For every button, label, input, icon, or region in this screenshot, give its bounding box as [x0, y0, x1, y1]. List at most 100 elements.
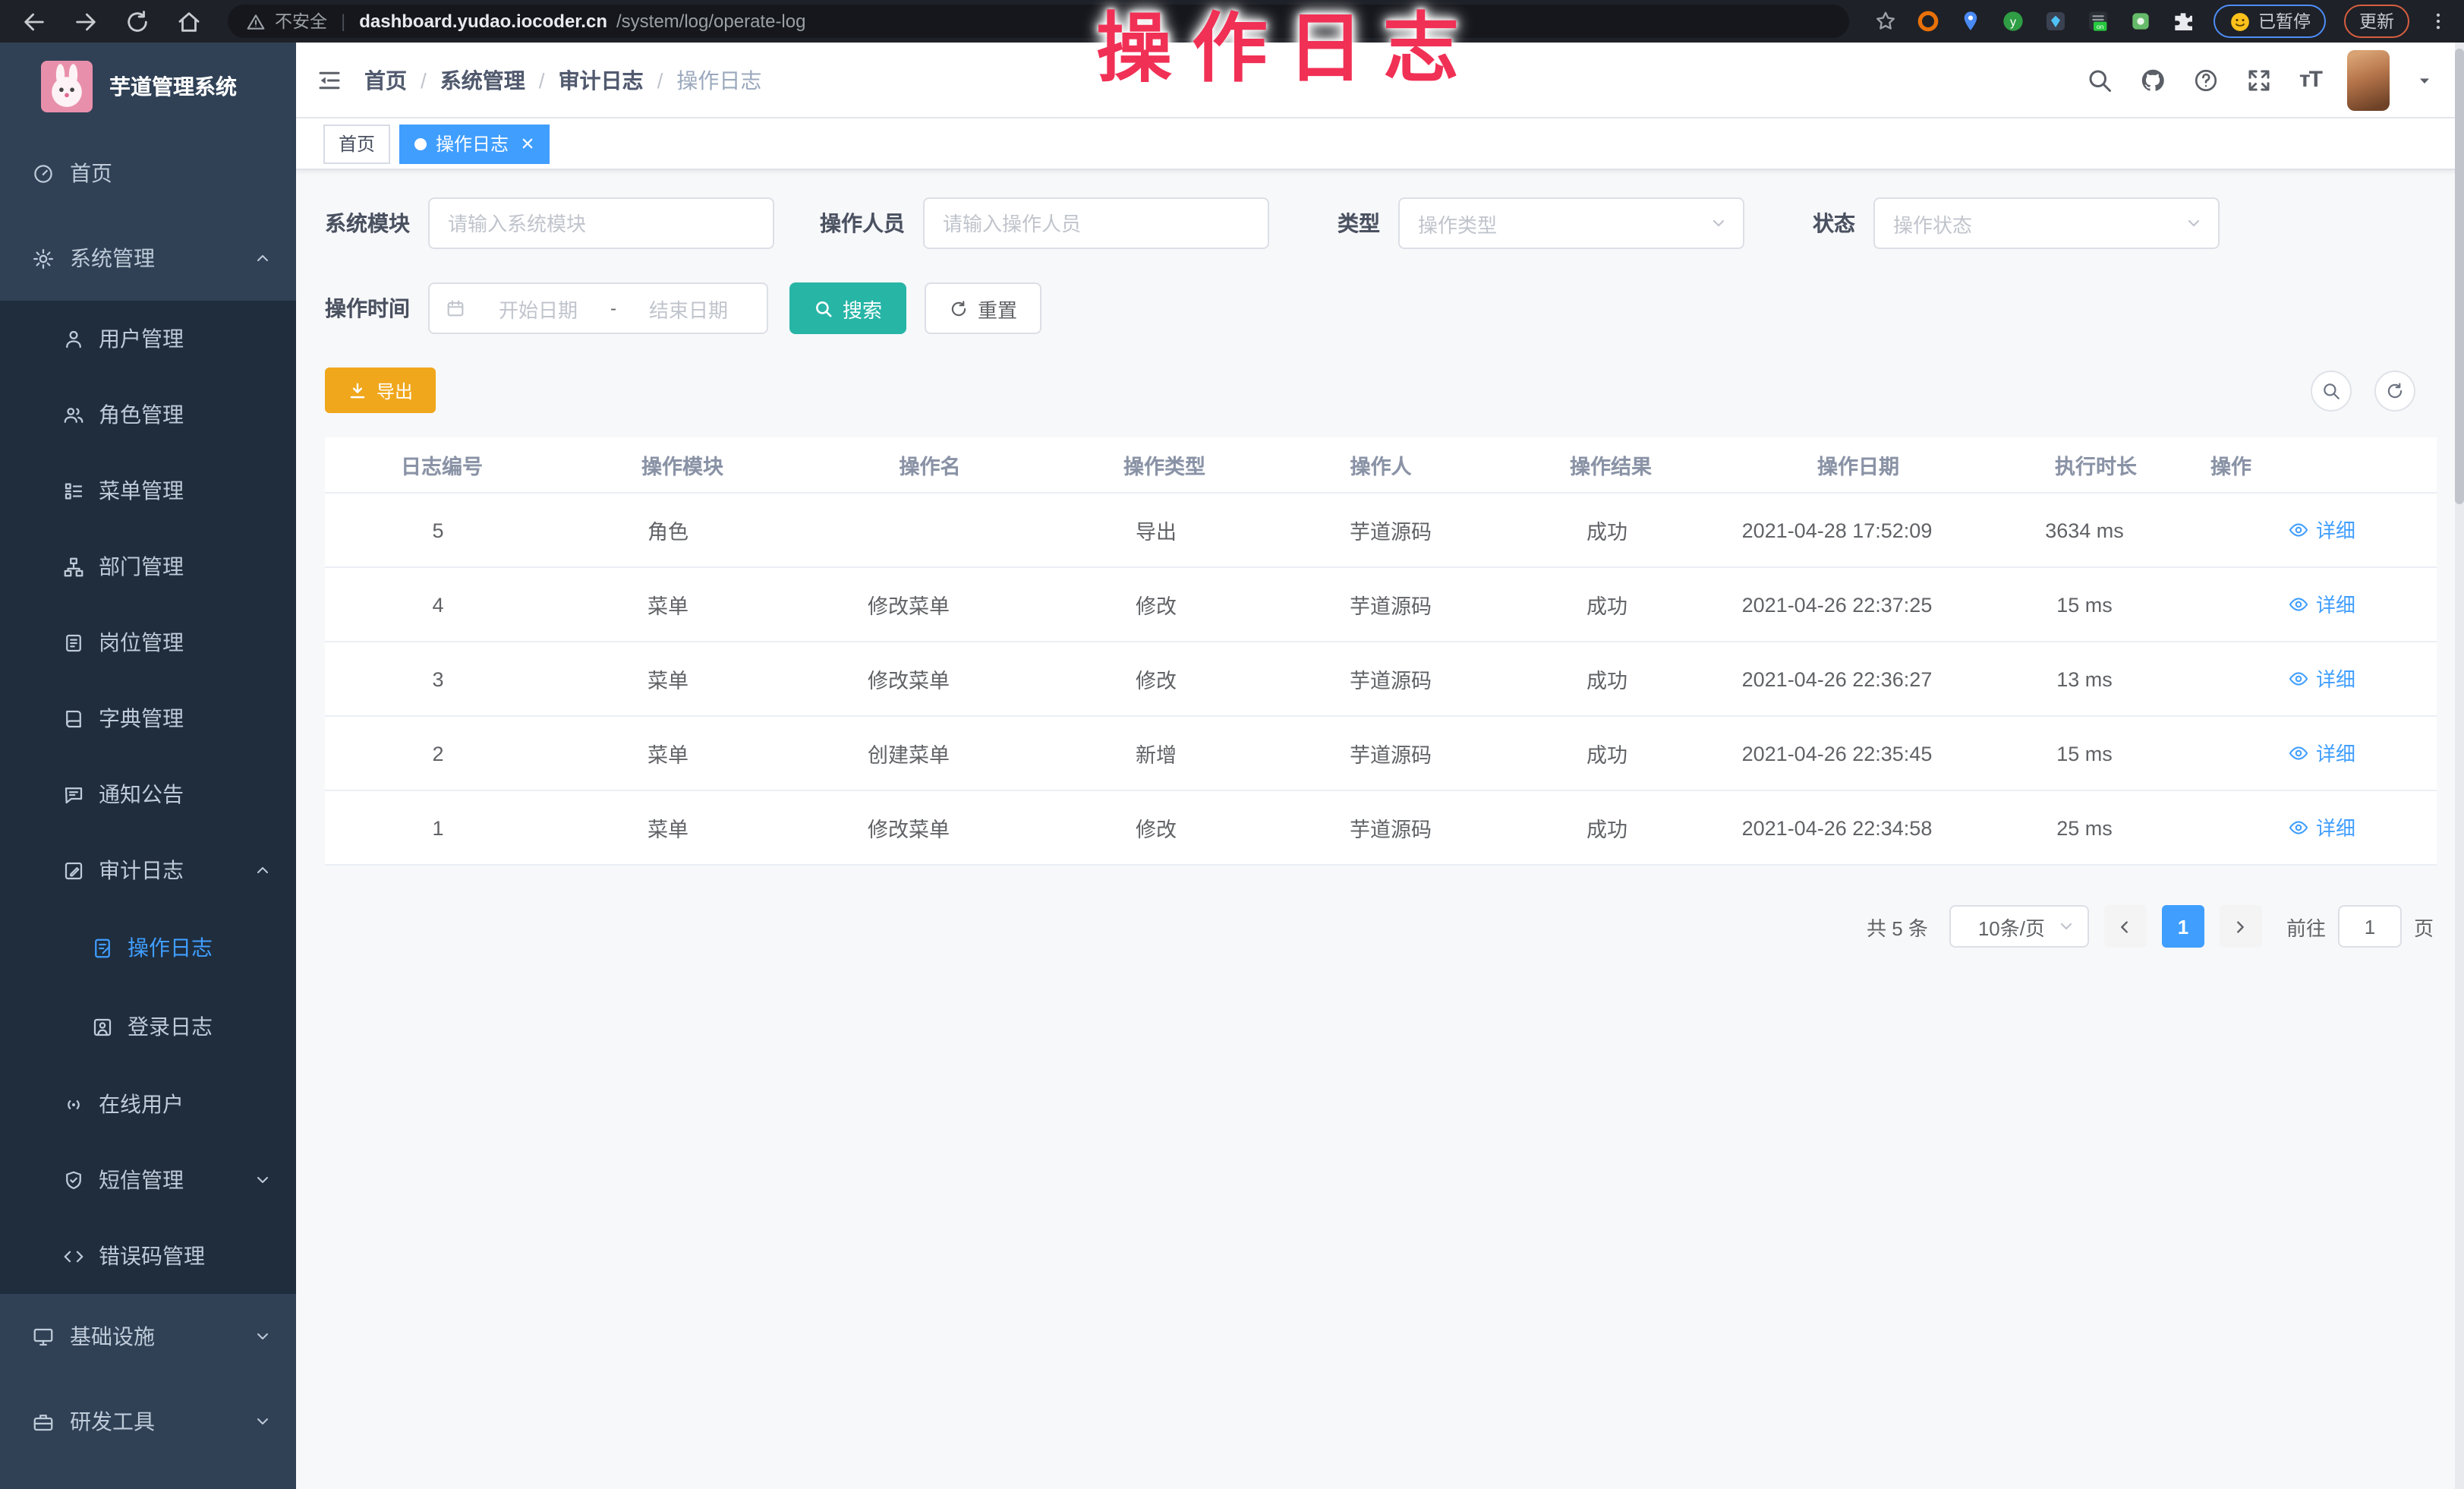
browser-update-button[interactable]: 更新 [2344, 5, 2409, 38]
detail-link[interactable]: 详细 [2289, 739, 2355, 768]
window-scrollbar[interactable] [2455, 43, 2464, 1489]
refresh-table-button[interactable] [2374, 370, 2415, 411]
caret-down-icon[interactable] [2415, 71, 2434, 89]
sidebar-item-errcode-management[interactable]: 错误码管理 [0, 1218, 296, 1294]
sidebar-item-home[interactable]: 首页 [0, 131, 296, 216]
scrollbar-thumb[interactable] [2455, 49, 2464, 504]
detail-link[interactable]: 详细 [2289, 664, 2355, 693]
prev-page-button[interactable] [2104, 905, 2147, 948]
type-select[interactable]: 操作类型 [1398, 197, 1744, 249]
table-header-cell: 操作人 [1275, 450, 1486, 480]
export-button[interactable]: 导出 [325, 368, 436, 413]
sidebar-item-menu-management[interactable]: 菜单管理 [0, 453, 296, 528]
cell-operation-name: 修改菜单 [785, 589, 1032, 620]
sidebar-item-dev-tools[interactable]: 研发工具 [0, 1379, 296, 1464]
tag-home[interactable]: 首页 [323, 124, 390, 163]
font-size-icon[interactable]: тT [2299, 67, 2321, 93]
detail-link[interactable]: 详细 [2289, 813, 2355, 842]
sidebar-item-infra[interactable]: 基础设施 [0, 1294, 296, 1379]
breadcrumb-item-system[interactable]: 系统管理 [440, 65, 525, 95]
fullscreen-icon[interactable] [2246, 66, 2273, 93]
breadcrumb-item-home[interactable]: 首页 [364, 65, 407, 95]
detail-link[interactable]: 详细 [2289, 590, 2355, 619]
logo-rabbit-icon [41, 61, 93, 112]
module-input[interactable] [428, 197, 774, 249]
extension-gem-icon[interactable] [2043, 9, 2067, 33]
search-icon[interactable] [2087, 66, 2114, 93]
sidebar-item-role-management[interactable]: 角色管理 [0, 377, 296, 453]
user-avatar[interactable] [2347, 49, 2390, 110]
cell-operation-name: 修改菜单 [785, 664, 1032, 694]
eye-icon [2289, 594, 2310, 615]
browser-home-icon[interactable] [176, 8, 202, 34]
svg-text:y: y [2009, 16, 2015, 29]
page-size-select[interactable]: 10条/页 [1949, 905, 2089, 948]
browser-forward-icon[interactable] [73, 8, 99, 34]
page-number-current[interactable]: 1 [2162, 905, 2204, 948]
cell-date: 2021-04-26 22:35:45 [1713, 742, 1961, 765]
browser-back-icon[interactable] [21, 8, 47, 34]
security-label[interactable]: 不安全 [275, 9, 327, 33]
extensions-puzzle-icon[interactable] [2170, 9, 2195, 33]
detail-link-label: 详细 [2316, 739, 2355, 768]
sidebar-item-operate-log[interactable]: 操作日志 [0, 908, 296, 987]
search-button-label: 搜索 [843, 294, 882, 323]
breadcrumb-item-audit[interactable]: 审计日志 [559, 65, 644, 95]
github-icon[interactable] [2140, 66, 2167, 93]
broadcast-icon [62, 1093, 85, 1115]
address-bar[interactable]: 不安全 | dashboard.yudao.iocoder.cn/system/… [228, 5, 1848, 38]
browser-reload-icon[interactable] [124, 8, 150, 34]
url-path[interactable]: /system/log/operate-log [616, 11, 805, 32]
sidebar-item-sms-management[interactable]: 短信管理 [0, 1142, 296, 1218]
profile-paused-badge[interactable]: 已暂停 [2213, 5, 2326, 38]
cell-operation-type: 修改 [1032, 664, 1280, 694]
toggle-search-button[interactable] [2311, 370, 2352, 411]
cell-duration: 3634 ms [1961, 519, 2207, 541]
breadcrumb: 首页 / 系统管理 / 审计日志 / 操作日志 [364, 65, 761, 95]
extension-green-circle-icon[interactable]: y [2000, 9, 2024, 33]
url-host[interactable]: dashboard.yudao.iocoder.cn [359, 11, 607, 32]
detail-link-label: 详细 [2316, 516, 2355, 544]
close-tab-icon[interactable] [521, 137, 534, 150]
cell-log-id: 1 [325, 816, 551, 839]
detail-link[interactable]: 详细 [2289, 516, 2355, 544]
operator-input[interactable] [923, 197, 1269, 249]
status-select[interactable]: 操作状态 [1873, 197, 2220, 249]
sidebar-label: 字典管理 [99, 703, 184, 733]
sidebar-item-dept-management[interactable]: 部门管理 [0, 528, 296, 604]
sidebar-item-user-management[interactable]: 用户管理 [0, 301, 296, 377]
bookmark-star-icon[interactable] [1873, 9, 1897, 33]
sidebar-item-post-management[interactable]: 岗位管理 [0, 604, 296, 680]
sidebar-item-dict-management[interactable]: 字典管理 [0, 680, 296, 756]
cell-action: 详细 [2207, 813, 2437, 843]
extension-green-leaf-icon[interactable] [2128, 9, 2152, 33]
cell-operator: 芋道源码 [1280, 589, 1501, 620]
chevron-down-icon [254, 1171, 272, 1189]
search-button[interactable]: 搜索 [789, 282, 906, 334]
sidebar-item-system[interactable]: 系统管理 [0, 216, 296, 301]
status-select-placeholder: 操作状态 [1893, 209, 2185, 238]
browser-menu-kebab-icon[interactable] [2428, 9, 2449, 33]
reset-button[interactable]: 重置 [925, 282, 1041, 334]
fold-sidebar-icon[interactable] [316, 66, 343, 93]
extension-pin-icon[interactable] [1958, 9, 1982, 33]
help-icon[interactable] [2193, 66, 2220, 93]
sidebar-label: 登录日志 [128, 1011, 213, 1042]
goto-label: 前往 [2286, 912, 2326, 941]
next-page-button[interactable] [2220, 905, 2262, 948]
sidebar-item-audit-log[interactable]: 审计日志 [0, 832, 296, 908]
table-body: 5 角色 导出 芋道源码 成功 2021-04-28 17:52:09 3634… [325, 494, 2437, 866]
sidebar-item-notice[interactable]: 通知公告 [0, 756, 296, 832]
operator-label: 操作人员 [820, 208, 905, 238]
extension-orange-ring-icon[interactable] [1915, 9, 1939, 33]
app-logo[interactable]: 芋道管理系统 [0, 43, 296, 131]
sidebar-item-login-log[interactable]: 登录日志 [0, 987, 296, 1066]
extension-on-badge-icon[interactable]: on [2085, 9, 2110, 33]
goto-page-input[interactable] [2338, 905, 2402, 948]
sidebar-item-online-users[interactable]: 在线用户 [0, 1066, 296, 1142]
tag-operate-log[interactable]: 操作日志 [399, 124, 550, 163]
eye-icon [2289, 668, 2310, 689]
date-range-picker[interactable]: 开始日期 - 结束日期 [428, 282, 768, 334]
chevron-down-icon [1709, 214, 1728, 232]
filter-row-2: 操作时间 开始日期 - 结束日期 搜索 重置 [325, 282, 2437, 334]
